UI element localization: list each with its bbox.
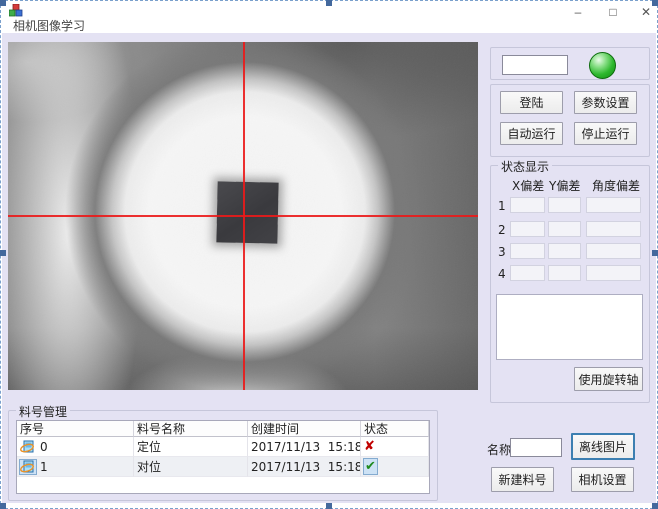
part-index: 0 [40, 440, 48, 454]
offline-image-button[interactable]: 离线图片 [571, 433, 635, 460]
param-settings-button[interactable]: 参数设置 [574, 91, 637, 114]
y-deviation-field [548, 243, 581, 259]
capture-handle [0, 250, 6, 256]
table-row[interactable]: 1 对位 2017/11/13 15:18 ✔ [17, 457, 429, 477]
name-label: 名称 [487, 441, 511, 458]
parts-table-header: 序号 料号名称 创建时间 状态 [17, 421, 429, 437]
header-status[interactable]: 状态 [361, 421, 429, 437]
part-name: 定位 [134, 437, 248, 457]
col-header-x-deviation: X偏差 [512, 177, 544, 194]
x-deviation-field [510, 243, 545, 259]
part-index: 1 [40, 460, 48, 474]
angle-deviation-field [586, 265, 641, 281]
chip-object [216, 181, 278, 243]
window-title: 相机图像学习 [13, 17, 85, 34]
x-deviation-field [510, 265, 545, 281]
new-part-button[interactable]: 新建料号 [491, 467, 554, 492]
table-row[interactable]: 0 定位 2017/11/13 15:18 ✘ [17, 437, 429, 457]
angle-deviation-field [586, 221, 641, 237]
header-name[interactable]: 料号名称 [134, 421, 248, 437]
part-file-icon [20, 460, 36, 474]
name-input[interactable] [510, 438, 562, 457]
status-row-label: 1 [498, 199, 506, 213]
status-ok-icon: ✔ [364, 459, 377, 474]
auto-run-button[interactable]: 自动运行 [500, 122, 563, 145]
angle-deviation-field [586, 243, 641, 259]
camera-settings-button[interactable]: 相机设置 [571, 467, 634, 492]
parts-table[interactable]: 序号 料号名称 创建时间 状态 0 定位 2017/11/13 15:18 ✘ [16, 420, 430, 494]
angle-deviation-field [586, 197, 641, 213]
capture-handle [652, 503, 658, 509]
login-button[interactable]: 登陆 [500, 91, 563, 114]
part-created: 2017/11/13 15:18 [248, 437, 361, 457]
crosshair-horizontal-line [8, 215, 478, 217]
capture-handle [652, 250, 658, 256]
status-log-listbox[interactable] [496, 294, 643, 360]
status-led-indicator [589, 52, 616, 79]
status-row-label: 2 [498, 223, 506, 237]
stop-run-button[interactable]: 停止运行 [574, 122, 637, 145]
status-row-label: 3 [498, 245, 506, 259]
header-index[interactable]: 序号 [17, 421, 134, 437]
part-created: 2017/11/13 15:18 [248, 457, 361, 477]
x-deviation-field [510, 197, 545, 213]
capture-handle [326, 0, 332, 6]
x-deviation-field [510, 221, 545, 237]
col-header-angle-deviation: 角度偏差 [592, 177, 640, 194]
minimize-button[interactable]: – [565, 3, 591, 20]
login-code-input[interactable] [502, 55, 568, 75]
capture-handle [0, 503, 6, 509]
y-deviation-field [548, 197, 581, 213]
part-file-icon [20, 440, 36, 454]
col-header-y-deviation: Y偏差 [549, 177, 580, 194]
part-name: 对位 [134, 457, 248, 477]
parts-management-title: 料号管理 [16, 403, 70, 420]
app-icon [9, 4, 23, 18]
status-fail-icon: ✘ [364, 439, 375, 454]
header-created[interactable]: 创建时间 [248, 421, 361, 437]
camera-view[interactable] [8, 42, 478, 390]
maximize-button[interactable]: □ [600, 3, 626, 20]
status-row-label: 4 [498, 267, 506, 281]
y-deviation-field [548, 265, 581, 281]
status-display-title: 状态显示 [498, 158, 552, 175]
capture-handle [326, 503, 332, 509]
capture-handle [0, 0, 6, 6]
capture-handle [652, 0, 658, 6]
use-rotation-axis-button[interactable]: 使用旋转轴 [574, 367, 643, 391]
y-deviation-field [548, 221, 581, 237]
